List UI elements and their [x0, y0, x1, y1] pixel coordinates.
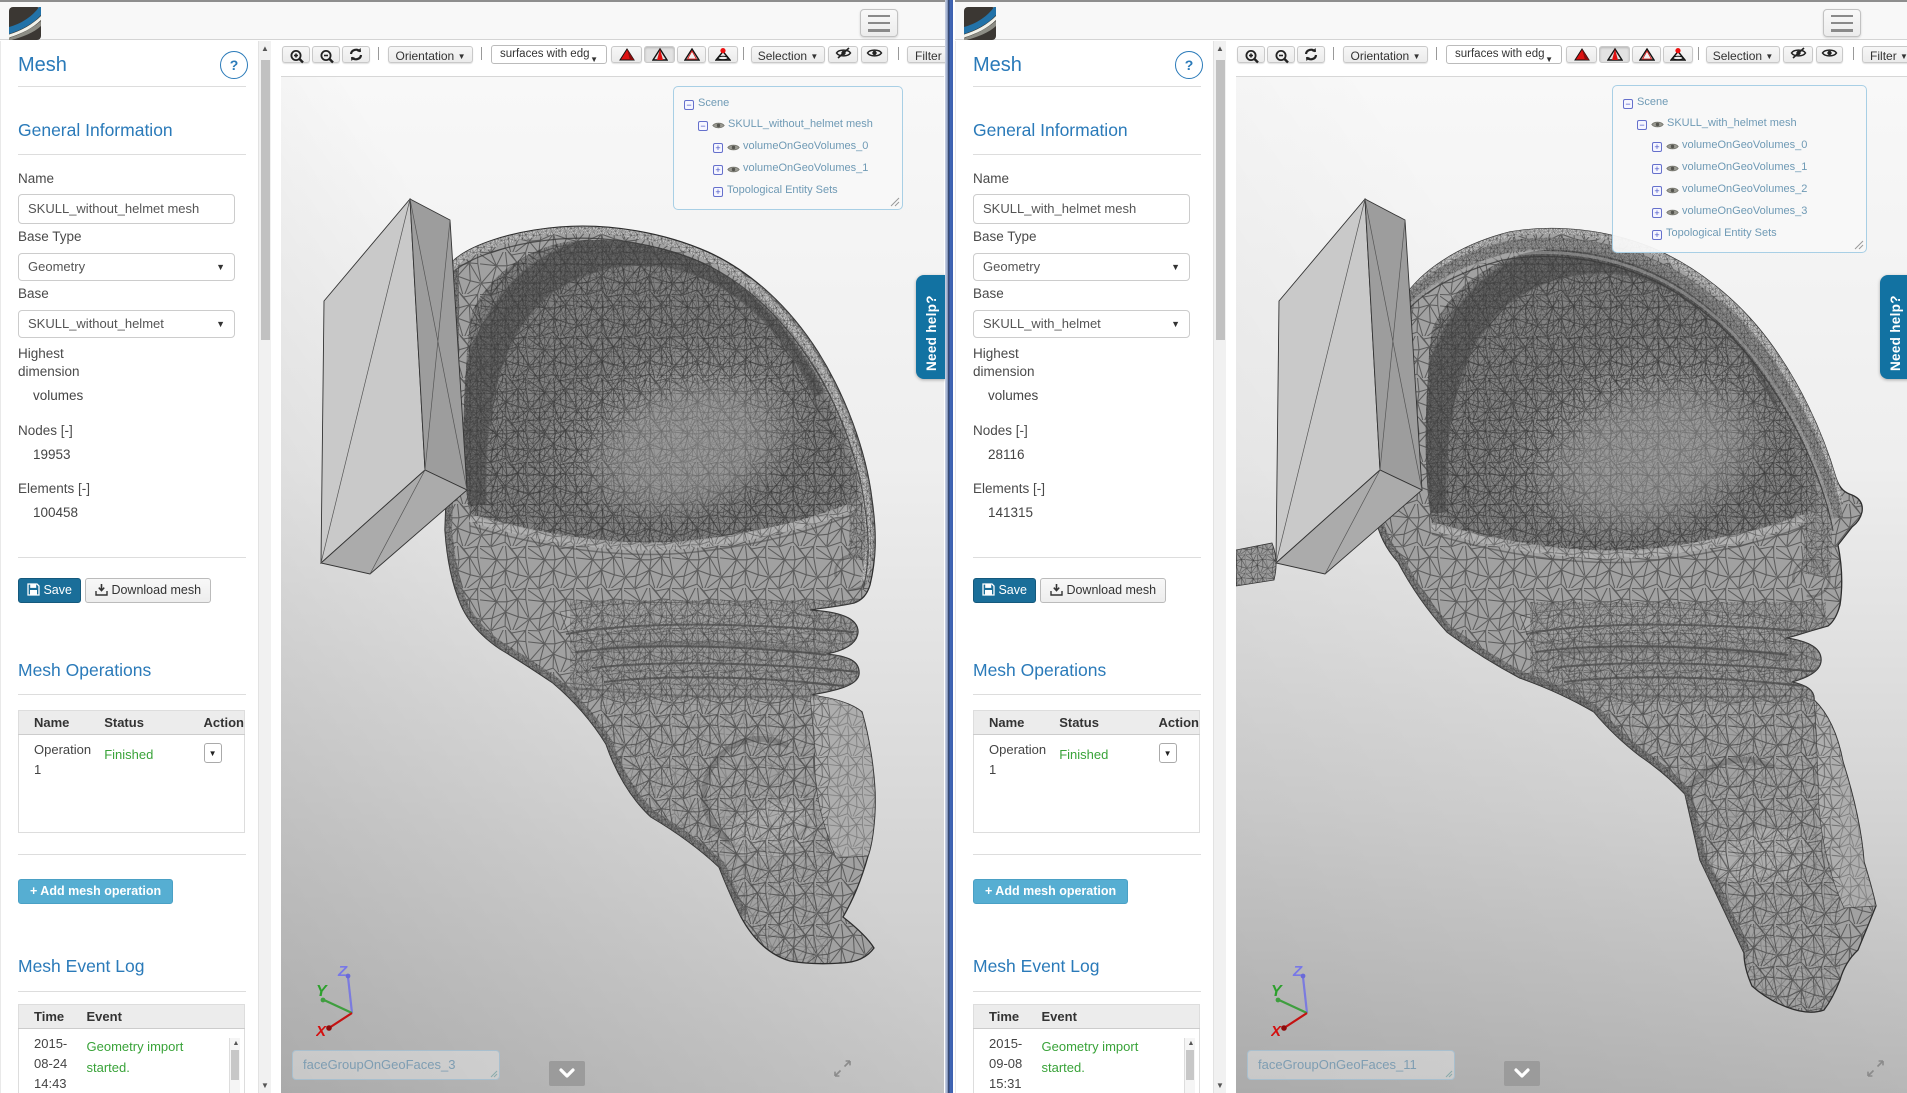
svg-text:Y: Y — [1271, 983, 1283, 1000]
svg-text:X: X — [316, 1023, 327, 1038]
svg-text:Z: Z — [1292, 963, 1303, 980]
svg-text:Z: Z — [337, 963, 348, 980]
svg-text:Y: Y — [316, 983, 328, 1000]
svg-text:X: X — [1271, 1023, 1282, 1038]
